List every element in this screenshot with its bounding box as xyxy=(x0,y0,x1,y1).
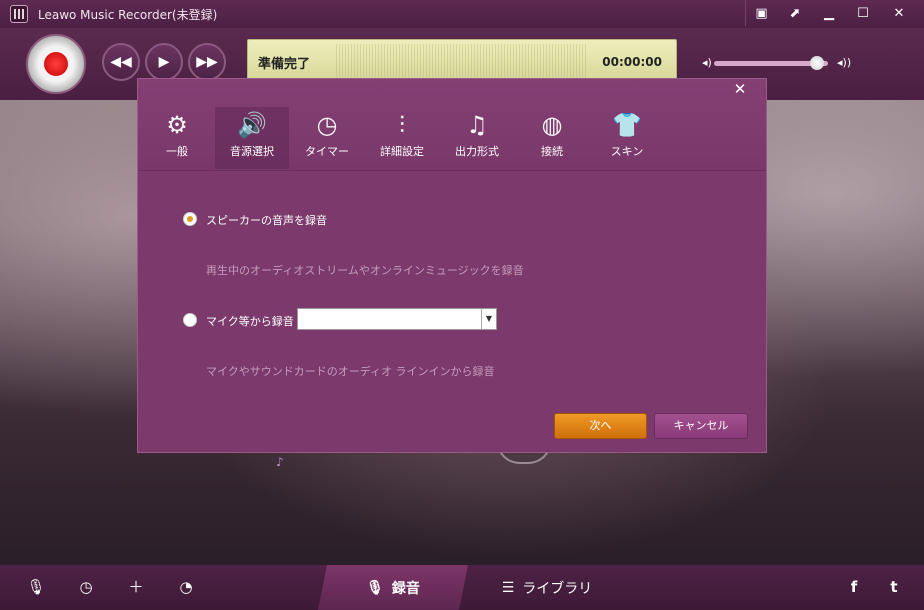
tab-timer[interactable]: ◷ タイマー xyxy=(290,107,364,169)
title-bar: Leawo Music Recorder(未登録) ▣ ⬈ ▁ ☐ ✕ xyxy=(0,0,924,28)
list-icon: ☰ xyxy=(501,579,515,596)
tab-label: 音源選択 xyxy=(230,145,274,158)
dialog-close-icon[interactable]: ✕ xyxy=(727,79,753,99)
settings-dialog: ⚙ 一般 🔊 音源選択 ◷ タイマー ⫶ 詳細設定 ♫ 出力形式 ◍ 接続 👕 … xyxy=(137,78,767,453)
clock-icon: ◷ xyxy=(316,111,338,139)
tab-label: 一般 xyxy=(166,145,188,158)
maximize-icon[interactable]: ☐ xyxy=(847,0,879,26)
tab-label: スキン xyxy=(610,145,644,158)
music-file-icon: ♫ xyxy=(466,111,488,139)
mic-radio[interactable] xyxy=(183,313,197,327)
chevron-down-icon[interactable]: ▼ xyxy=(481,309,496,329)
tab-general[interactable]: ⚙ 一般 xyxy=(140,107,214,169)
speaker-radio[interactable] xyxy=(183,212,197,226)
rewind-button[interactable]: ◀◀ xyxy=(102,43,140,81)
forward-icon: ▶▶ xyxy=(196,54,218,70)
expand-icon[interactable]: ⬈ xyxy=(779,0,811,26)
add-icon[interactable]: ＋ xyxy=(124,575,148,599)
app-logo-icon xyxy=(10,5,28,23)
facebook-icon[interactable]: f xyxy=(842,575,866,599)
forward-button[interactable]: ▶▶ xyxy=(188,43,226,81)
clock-icon[interactable]: ◷ xyxy=(74,575,98,599)
volume-low-icon: ◂) xyxy=(702,56,712,69)
tab-output-format[interactable]: ♫ 出力形式 xyxy=(440,107,514,169)
cancel-button[interactable]: キャンセル xyxy=(654,413,748,439)
volume-slider-thumb[interactable] xyxy=(809,56,824,70)
app-title: Leawo Music Recorder(未登録) xyxy=(38,8,218,22)
tab-advanced[interactable]: ⫶ 詳細設定 xyxy=(365,107,439,169)
record-dot-icon xyxy=(44,52,68,76)
microphone-icon[interactable]: 🎙 xyxy=(24,575,48,599)
time-display: 00:00:00 xyxy=(602,55,662,69)
volume-high-icon: ◂)) xyxy=(837,56,852,69)
speaker-icon: 🔊 xyxy=(237,111,267,139)
tab-label: 出力形式 xyxy=(455,145,499,158)
mic-option-desc: マイクやサウンドカードのオーディオ ラインインから録音 xyxy=(206,365,495,378)
play-button[interactable]: ▶ xyxy=(145,43,183,81)
globe-icon: ◍ xyxy=(541,111,563,139)
tab-library[interactable]: ☰ ライブラリ xyxy=(472,565,622,610)
record-tab-label: 録音 xyxy=(391,580,420,597)
dialog-body: スピーカーの音声を録音 再生中のオーディオストリームやオンラインミュージックを録… xyxy=(138,171,766,452)
library-tab-label: ライブラリ xyxy=(522,580,593,597)
mic-device-select[interactable]: ▼ xyxy=(297,308,497,330)
microphone-icon: 🎙 xyxy=(366,579,384,596)
bottom-bar: 🎙 ◷ ＋ ◔ 🎙 録音 ☰ ライブラリ f t xyxy=(0,565,924,610)
minimize-icon[interactable]: ▁ xyxy=(813,0,845,26)
menu-icon[interactable]: ▣ xyxy=(745,0,777,26)
tab-record[interactable]: 🎙 録音 xyxy=(318,565,468,610)
speaker-option-desc: 再生中のオーディオストリームやオンラインミュージックを録音 xyxy=(206,264,524,277)
close-icon[interactable]: ✕ xyxy=(883,0,915,26)
tab-label: 接続 xyxy=(541,145,563,158)
speaker-option-label: スピーカーの音声を録音 xyxy=(206,214,327,227)
music-note-icon: ♪ xyxy=(276,455,284,469)
settings-tab-bar: ⚙ 一般 🔊 音源選択 ◷ タイマー ⫶ 詳細設定 ♫ 出力形式 ◍ 接続 👕 … xyxy=(138,79,766,171)
status-display: 準備完了 00:00:00 xyxy=(247,39,677,81)
tab-skin[interactable]: 👕 スキン xyxy=(590,107,664,169)
next-button[interactable]: 次へ xyxy=(554,413,647,439)
tab-audio-source[interactable]: 🔊 音源選択 xyxy=(215,107,289,169)
tab-label: 詳細設定 xyxy=(380,145,424,158)
rewind-icon: ◀◀ xyxy=(110,54,132,70)
mic-option-label: マイク等から録音 xyxy=(206,315,294,328)
tab-label: タイマー xyxy=(305,145,349,158)
gear-icon: ⚙ xyxy=(166,111,188,139)
twitter-icon[interactable]: t xyxy=(882,575,906,599)
refresh-icon[interactable]: ◔ xyxy=(174,575,198,599)
sliders-icon: ⫶ xyxy=(399,111,405,139)
lcd-pattern xyxy=(336,44,586,78)
record-button[interactable] xyxy=(26,34,86,94)
shirt-icon: 👕 xyxy=(612,111,642,139)
status-text: 準備完了 xyxy=(258,57,311,72)
tab-connection[interactable]: ◍ 接続 xyxy=(515,107,589,169)
play-icon: ▶ xyxy=(158,54,170,70)
